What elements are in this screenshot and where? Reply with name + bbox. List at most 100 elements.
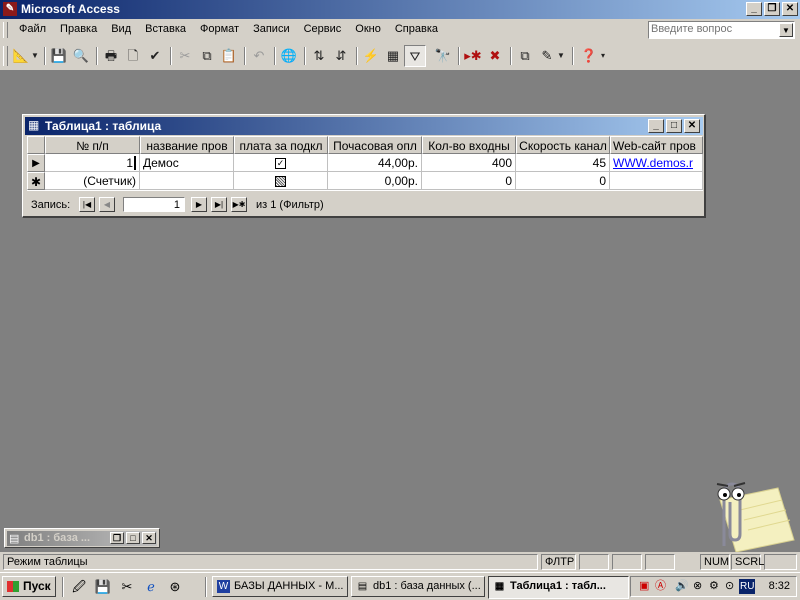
filter-by-form-icon[interactable]: ▦ (382, 45, 404, 67)
first-record-icon[interactable]: |◀ (79, 197, 95, 212)
table-minimize-button[interactable]: _ (648, 119, 664, 133)
new-record-icon[interactable]: ▸✱ (462, 45, 484, 67)
tray-network-icon[interactable]: ⚙ (709, 579, 719, 594)
view-dropdown-icon[interactable]: ▼ (30, 45, 40, 67)
apply-filter-icon[interactable]: ⛛ (404, 45, 426, 67)
office-assistant-paperclip-icon[interactable] (690, 470, 800, 552)
hyperlink-cell[interactable]: WWW.demos.r (610, 154, 703, 172)
tray-app-icon[interactable]: ▣ (639, 579, 649, 594)
table-cell[interactable]: Демос (140, 154, 234, 172)
table-cell[interactable]: 0 (516, 172, 610, 190)
delete-record-icon[interactable]: ✖ (484, 45, 506, 67)
table-maximize-button[interactable]: □ (666, 119, 682, 133)
save-icon[interactable]: 💾 (48, 45, 70, 67)
table-cell[interactable]: 44,00р. (328, 154, 422, 172)
minwin-close-button[interactable]: ✕ (142, 532, 156, 544)
menu-window[interactable]: Окно (348, 23, 388, 35)
column-header[interactable]: плата за подкл (234, 136, 328, 154)
menu-tools[interactable]: Сервис (297, 23, 349, 35)
toolbar-grip[interactable] (3, 46, 8, 66)
print-icon[interactable]: 🖶 (100, 45, 122, 67)
table-close-button[interactable]: ✕ (684, 119, 700, 133)
undo-icon[interactable]: ↶ (248, 45, 270, 67)
tray-paperclip-icon[interactable]: ⊙ (725, 579, 734, 594)
menu-edit[interactable]: Правка (53, 23, 104, 35)
table-window-title-bar[interactable]: ▦ Таблица1 : таблица _ □ ✕ (25, 117, 703, 135)
close-button[interactable]: ✕ (782, 2, 798, 16)
next-record-icon[interactable]: ▶ (191, 197, 207, 212)
minimize-button[interactable]: _ (746, 2, 762, 16)
spelling-icon[interactable]: ✔ (144, 45, 166, 67)
new-object-dropdown-icon[interactable]: ▼ (556, 45, 566, 67)
cut-icon[interactable]: ✂ (174, 45, 196, 67)
checkbox-null[interactable] (275, 176, 286, 188)
table-cell[interactable]: 0 (422, 172, 516, 190)
task-db1-database[interactable]: ▤ db1 : база данных (... (351, 576, 485, 597)
copy-icon[interactable]: ⧉ (196, 45, 218, 67)
current-record-icon[interactable]: ▶ (27, 154, 45, 172)
clock[interactable]: 8:32 (769, 580, 790, 592)
help-question-box[interactable]: ▼ (648, 21, 795, 39)
table-cell[interactable]: ✓ (234, 154, 328, 172)
new-object-icon[interactable]: ✎ (536, 45, 558, 67)
database-window-icon[interactable]: ⧉ (514, 45, 536, 67)
help-icon[interactable]: ❓ (578, 45, 600, 67)
help-question-input[interactable] (651, 23, 777, 35)
column-header[interactable]: название пров (140, 136, 234, 154)
table-cell[interactable] (140, 172, 234, 190)
checkbox-checked[interactable]: ✓ (275, 158, 286, 170)
volume-icon[interactable]: 🔊 (675, 579, 689, 594)
table-cell[interactable]: 0,00р. (328, 172, 422, 190)
table-cell[interactable]: 1 (45, 154, 140, 172)
menu-help[interactable]: Справка (388, 23, 445, 35)
menu-records[interactable]: Записи (246, 23, 297, 35)
internet-explorer-icon[interactable]: ℯ (142, 579, 160, 597)
tool-quicklaunch-icon[interactable]: ✂ (118, 579, 136, 597)
menu-insert[interactable]: Вставка (138, 23, 193, 35)
table-cell[interactable]: 400 (422, 154, 516, 172)
menubar-grip[interactable] (3, 22, 8, 38)
column-header[interactable]: Почасовая опл (328, 136, 422, 154)
prev-record-icon[interactable]: ◀ (99, 197, 115, 212)
show-desktop-icon[interactable]: 🖉 (70, 579, 88, 597)
tray-ati-icon[interactable]: Ⓐ (655, 579, 666, 594)
start-button[interactable]: Пуск (2, 576, 56, 597)
paste-icon[interactable]: 📋 (218, 45, 240, 67)
column-header[interactable]: Web-сайт пров (610, 136, 703, 154)
chevron-down-icon[interactable]: ▼ (779, 23, 793, 37)
select-all-corner[interactable] (27, 136, 45, 154)
menu-view[interactable]: Вид (104, 23, 138, 35)
minwin-restore-button[interactable]: ❐ (110, 532, 124, 544)
task-table1[interactable]: ▦ Таблица1 : табл... (488, 576, 629, 599)
filter-by-selection-icon[interactable]: ⚡ (360, 45, 382, 67)
tray-clock-icon[interactable]: ⊗ (693, 579, 702, 594)
toolbar-options-icon[interactable]: ▾ (598, 45, 608, 67)
last-record-icon[interactable]: ▶| (211, 197, 227, 212)
column-header[interactable]: № п/п (45, 136, 140, 154)
table-cell[interactable]: (Счетчик) (45, 172, 140, 190)
save-quicklaunch-icon[interactable]: 💾 (94, 579, 112, 597)
file-search-icon[interactable]: 🔍 (70, 45, 92, 67)
media-player-icon[interactable]: ⊛ (166, 579, 184, 597)
print-preview-icon[interactable]: 🗋 (122, 45, 144, 67)
minimized-db-window[interactable]: ▤ db1 : база ... ❐ □ ✕ (4, 528, 160, 548)
table-cell[interactable] (234, 172, 328, 190)
task-word-document[interactable]: W БАЗЫ ДАННЫХ - М... (212, 576, 348, 597)
table-cell[interactable]: 45 (516, 154, 610, 172)
sort-descending-icon[interactable]: ⇵ (330, 45, 352, 67)
design-view-icon[interactable]: 📐 (10, 45, 32, 67)
column-header[interactable]: Скорость канал (516, 136, 610, 154)
menu-file[interactable]: Файл (12, 23, 53, 35)
record-number-input[interactable]: 1 (123, 197, 185, 212)
language-indicator[interactable]: RU (739, 579, 756, 594)
restore-button[interactable]: ❐ (764, 2, 780, 16)
table-cell[interactable] (610, 172, 703, 190)
find-icon[interactable]: 🔭 (432, 45, 454, 67)
minwin-maximize-button[interactable]: □ (126, 532, 140, 544)
hyperlink-icon[interactable]: 🌐 (278, 45, 300, 67)
sort-ascending-icon[interactable]: ⇅ (308, 45, 330, 67)
new-record-nav-icon[interactable]: ▶✱ (231, 197, 247, 212)
menu-format[interactable]: Формат (193, 23, 246, 35)
new-record-marker-icon[interactable]: ✱ (27, 172, 45, 190)
column-header[interactable]: Кол-во входны (422, 136, 516, 154)
